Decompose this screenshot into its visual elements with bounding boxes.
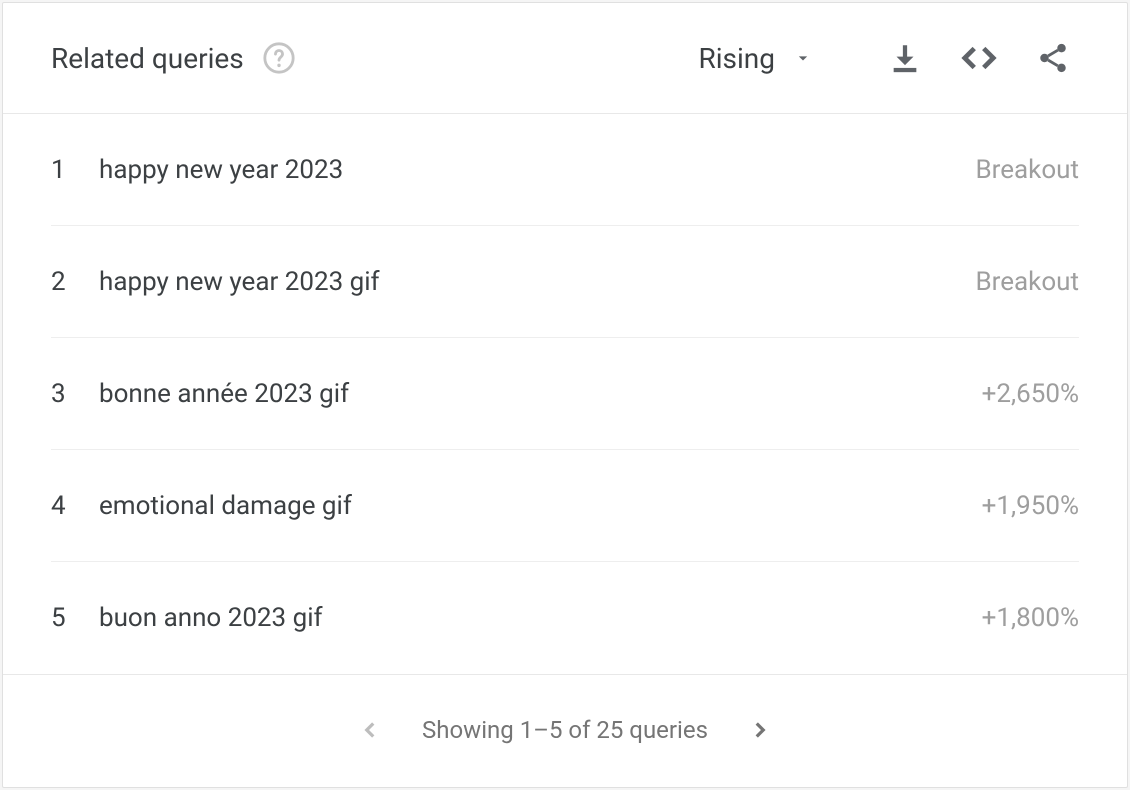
query-text: happy new year 2023 (99, 155, 975, 185)
list-item[interactable]: 5 buon anno 2023 gif +1,800% (51, 562, 1079, 674)
pagination-text: Showing 1–5 of 25 queries (422, 716, 708, 744)
query-value: +1,800% (982, 603, 1079, 633)
next-page-button[interactable] (736, 706, 784, 754)
query-text: buon anno 2023 gif (99, 603, 982, 633)
download-icon[interactable] (879, 32, 931, 84)
rank: 1 (51, 155, 99, 185)
sort-value: Rising (698, 42, 775, 75)
rank: 2 (51, 267, 99, 297)
query-list: 1 happy new year 2023 Breakout 2 happy n… (3, 114, 1127, 674)
card-header: Related queries Rising (3, 3, 1127, 113)
rank: 3 (51, 379, 99, 409)
share-icon[interactable] (1027, 32, 1079, 84)
query-text: bonne année 2023 gif (99, 379, 982, 409)
list-item[interactable]: 1 happy new year 2023 Breakout (51, 114, 1079, 226)
rank: 5 (51, 603, 99, 633)
query-value: +1,950% (982, 491, 1079, 521)
query-value: Breakout (975, 155, 1079, 185)
rank: 4 (51, 491, 99, 521)
list-item[interactable]: 4 emotional damage gif +1,950% (51, 450, 1079, 562)
list-item[interactable]: 3 bonne année 2023 gif +2,650% (51, 338, 1079, 450)
query-text: happy new year 2023 gif (99, 267, 975, 297)
related-queries-card: Related queries Rising 1 ha (2, 2, 1128, 788)
sort-dropdown[interactable]: Rising (698, 42, 813, 75)
list-item[interactable]: 2 happy new year 2023 gif Breakout (51, 226, 1079, 338)
query-text: emotional damage gif (99, 491, 982, 521)
card-title: Related queries (51, 42, 244, 75)
query-value: +2,650% (982, 379, 1079, 409)
query-value: Breakout (975, 267, 1079, 297)
card-footer: Showing 1–5 of 25 queries (3, 674, 1127, 784)
caret-down-icon (793, 48, 813, 68)
embed-icon[interactable] (953, 32, 1005, 84)
prev-page-button[interactable] (346, 706, 394, 754)
help-icon[interactable] (262, 41, 296, 75)
